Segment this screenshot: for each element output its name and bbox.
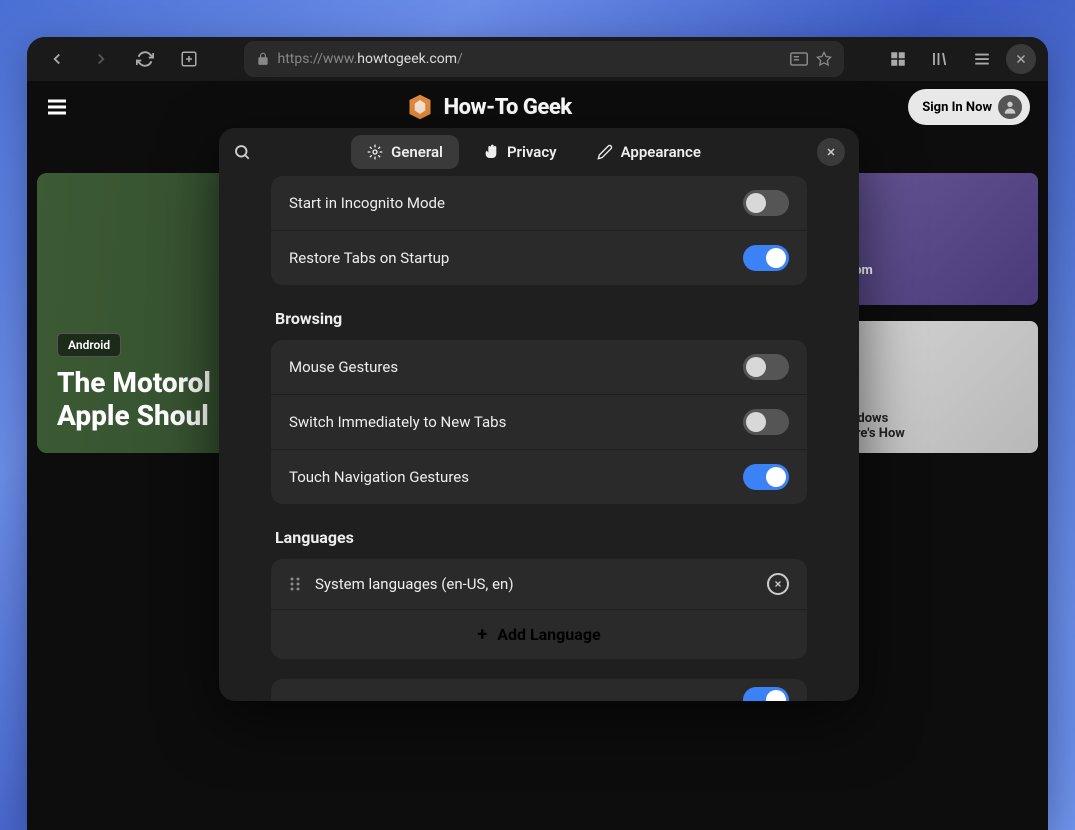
- setting-mouse-gestures: Mouse Gestures: [271, 340, 807, 395]
- close-window-button[interactable]: [1006, 44, 1036, 74]
- setting-incognito: Start in Incognito Mode: [271, 176, 807, 231]
- switch-tabs-label: Switch Immediately to New Tabs: [289, 413, 506, 431]
- tab-appearance-label: Appearance: [621, 143, 701, 161]
- logo-text: How-To Geek: [444, 95, 572, 120]
- modal-header: General Privacy Appearance: [219, 128, 859, 176]
- partial-next-group: [271, 679, 807, 701]
- new-tab-button[interactable]: [171, 41, 207, 77]
- tab-privacy[interactable]: Privacy: [467, 135, 573, 169]
- plus-icon: +: [477, 624, 487, 645]
- remove-language-button[interactable]: [767, 573, 789, 595]
- address-bar[interactable]: https://www.howtogeek.com/: [244, 41, 844, 77]
- sign-in-label: Sign In Now: [922, 100, 992, 115]
- drag-handle-icon[interactable]: [289, 576, 301, 592]
- pencil-icon: [597, 144, 613, 160]
- hero-tag[interactable]: Android: [57, 333, 121, 357]
- tab-general[interactable]: General: [351, 135, 459, 169]
- add-language-button[interactable]: + Add Language: [271, 610, 807, 659]
- mouse-gestures-toggle[interactable]: [743, 354, 789, 380]
- restore-tabs-toggle[interactable]: [743, 245, 789, 271]
- reader-mode-icon[interactable]: [790, 52, 808, 66]
- hamburger-menu[interactable]: [45, 95, 69, 119]
- tab-general-label: General: [391, 143, 443, 161]
- site-logo[interactable]: How-To Geek: [406, 93, 572, 121]
- languages-heading: Languages: [271, 508, 807, 559]
- url-text: https://www.howtogeek.com/: [278, 51, 782, 67]
- gear-icon: [367, 144, 383, 160]
- restore-tabs-label: Restore Tabs on Startup: [289, 249, 449, 267]
- forward-button[interactable]: [83, 41, 119, 77]
- avatar-icon: [998, 95, 1022, 119]
- setting-switch-tabs: Switch Immediately to New Tabs: [271, 395, 807, 450]
- browsing-settings-group: Mouse Gestures Switch Immediately to New…: [271, 340, 807, 504]
- logo-icon: [406, 93, 434, 121]
- startup-settings-group: Start in Incognito Mode Restore Tabs on …: [271, 176, 807, 285]
- sign-in-button[interactable]: Sign In Now: [908, 89, 1030, 125]
- setting-touch-nav: Touch Navigation Gestures: [271, 450, 807, 504]
- partial-toggle[interactable]: [743, 687, 789, 701]
- browsing-heading: Browsing: [271, 289, 807, 340]
- modal-close-button[interactable]: [817, 138, 845, 166]
- site-header: How-To Geek Sign In Now: [27, 81, 1048, 133]
- add-language-label: Add Language: [497, 625, 600, 644]
- hand-icon: [483, 144, 499, 160]
- settings-modal: General Privacy Appearance Start in Inco…: [219, 128, 859, 701]
- browser-toolbar: https://www.howtogeek.com/: [27, 37, 1048, 81]
- back-button[interactable]: [39, 41, 75, 77]
- library-icon[interactable]: [922, 41, 958, 77]
- touch-nav-label: Touch Navigation Gestures: [289, 468, 469, 486]
- language-label: System languages (en-US, en): [315, 575, 753, 593]
- tabs-grid-icon[interactable]: [880, 41, 916, 77]
- touch-nav-toggle[interactable]: [743, 464, 789, 490]
- close-icon: [773, 579, 783, 589]
- tab-privacy-label: Privacy: [507, 143, 557, 161]
- language-item-system: System languages (en-US, en): [271, 559, 807, 610]
- tab-appearance[interactable]: Appearance: [581, 135, 717, 169]
- reload-button[interactable]: [127, 41, 163, 77]
- bookmark-icon[interactable]: [816, 51, 832, 67]
- mouse-gestures-label: Mouse Gestures: [289, 358, 398, 376]
- setting-restore-tabs: Restore Tabs on Startup: [271, 231, 807, 285]
- menu-icon[interactable]: [964, 41, 1000, 77]
- settings-search-icon[interactable]: [233, 143, 251, 161]
- languages-group: System languages (en-US, en) + Add Langu…: [271, 559, 807, 659]
- incognito-toggle[interactable]: [743, 190, 789, 216]
- lock-icon: [256, 52, 270, 66]
- close-icon: [825, 146, 837, 158]
- incognito-label: Start in Incognito Mode: [289, 194, 445, 212]
- switch-tabs-toggle[interactable]: [743, 409, 789, 435]
